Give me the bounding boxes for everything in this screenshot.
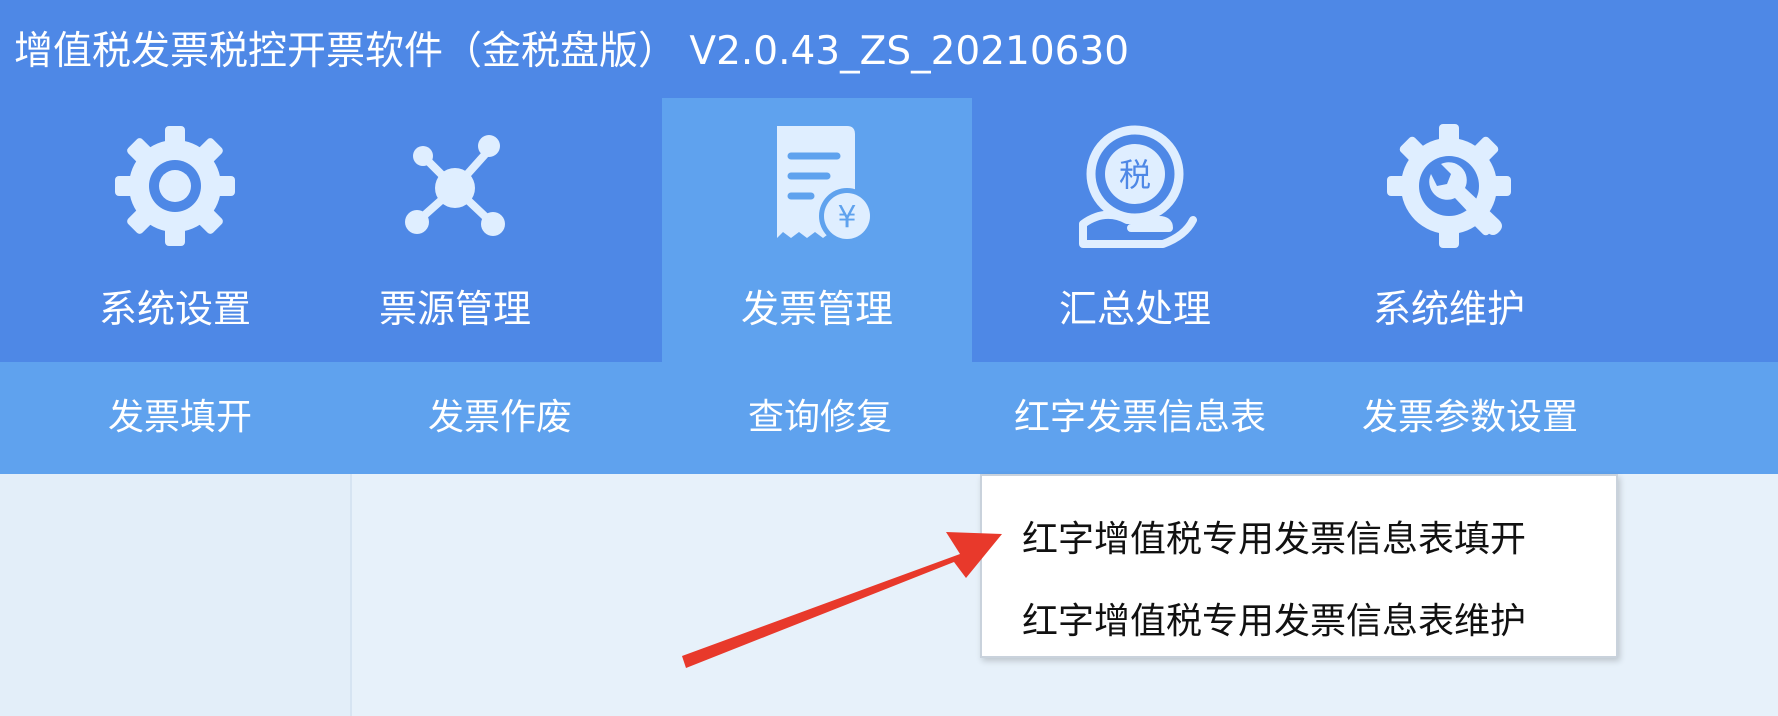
nav-item-system-maintenance[interactable]: 系统维护: [1294, 98, 1604, 362]
subnav-item-query-repair[interactable]: 查询修复: [690, 362, 950, 474]
window-title: 增值税发票税控开票软件（金税盘版） V2.0.43_ZS_20210630: [14, 29, 1130, 74]
top-header: 增值税发票税控开票软件（金税盘版） V2.0.43_ZS_20210630 系统…: [0, 0, 1778, 362]
wrench-gear-icon: [1387, 124, 1511, 248]
red-invoice-dropdown-menu: 红字增值税专用发票信息表填开 红字增值税专用发票信息表维护: [980, 474, 1618, 658]
nav-item-summary[interactable]: 税 汇总处理: [980, 98, 1290, 362]
tax-summary-icon: 税: [1079, 125, 1197, 248]
nav-item-system-settings[interactable]: 系统设置: [20, 98, 330, 362]
subnav-item-void-invoice[interactable]: 发票作废: [370, 362, 630, 474]
menu-item-red-invoice-info-fill[interactable]: 红字增值税专用发票信息表填开: [1022, 510, 1526, 562]
subnav-item-invoice-params[interactable]: 发票参数设置: [1320, 362, 1620, 474]
nav-label: 汇总处理: [1058, 287, 1211, 331]
nav-item-ticket-source[interactable]: 票源管理: [300, 98, 610, 362]
subnav-item-issue-invoice[interactable]: 发票填开: [50, 362, 310, 474]
sub-nav: 发票填开 发票作废 查询修复 红字发票信息表 发票参数设置: [0, 362, 1778, 474]
invoice-yen-icon: ¥: [777, 126, 875, 244]
nav-label: 系统设置: [98, 287, 251, 331]
nav-label: 票源管理: [378, 287, 531, 331]
nav-item-invoice-management[interactable]: ¥ 发票管理: [662, 98, 972, 362]
subnav-item-red-invoice-info[interactable]: 红字发票信息表: [990, 362, 1290, 474]
gear-icon: [115, 126, 235, 246]
menu-item-red-invoice-info-maintain[interactable]: 红字增值税专用发票信息表维护: [1022, 592, 1526, 644]
nav-label: 系统维护: [1372, 287, 1525, 331]
svg-text:¥: ¥: [837, 200, 856, 235]
content-left-panel: [0, 474, 352, 716]
svg-text:税: 税: [1119, 156, 1151, 194]
invoice-app-window: 增值税发票税控开票软件（金税盘版） V2.0.43_ZS_20210630 系统…: [0, 0, 1778, 716]
main-nav: 系统设置 票源管理 ¥ 发票管理 税 汇总处理 系统维护: [0, 98, 1778, 362]
network-icon: [405, 135, 505, 236]
nav-label: 发票管理: [740, 287, 893, 331]
